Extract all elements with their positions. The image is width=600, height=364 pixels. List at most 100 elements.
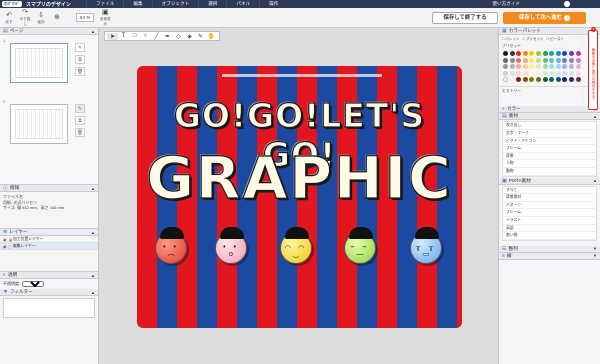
color-swatch[interactable] xyxy=(529,51,535,56)
pixta-item[interactable]: パターン xyxy=(503,202,596,210)
color-swatch[interactable] xyxy=(516,70,522,76)
smiling-face-icon[interactable]: ◠ ◠ ‿ xyxy=(280,227,312,264)
color-swatch[interactable] xyxy=(503,64,508,70)
line-header[interactable]: ≡ 線 ▼ xyxy=(499,252,600,260)
align-header[interactable]: ☰ 整列 ▼ xyxy=(499,245,600,253)
pen-tool-icon[interactable]: ✒ xyxy=(162,33,173,40)
color-swatch[interactable] xyxy=(535,57,541,63)
color-swatch[interactable] xyxy=(575,77,581,83)
color-swatch[interactable] xyxy=(549,57,555,63)
color-swatch[interactable] xyxy=(562,77,568,83)
zoom-button[interactable]: ⊕ xyxy=(50,13,64,22)
color-swatch[interactable] xyxy=(516,64,522,70)
menu-edit[interactable]: 編集 xyxy=(123,0,151,8)
color-swatch[interactable] xyxy=(542,77,548,83)
color-swatch[interactable] xyxy=(549,64,555,70)
opacity-select[interactable]: 100 % xyxy=(22,281,44,287)
side-notice-tab[interactable]: × 編集の全体と表示の検出をする xyxy=(588,27,598,110)
material-item[interactable]: ピクト・アイコン xyxy=(503,138,596,146)
color-swatch[interactable] xyxy=(555,70,561,76)
color-swatch[interactable] xyxy=(516,77,522,83)
shape-tool-icon[interactable]: ◇ xyxy=(173,33,184,40)
save-next-button[interactable]: 保存して次へ進む! xyxy=(503,12,586,24)
color-swatch[interactable] xyxy=(522,51,528,56)
color-swatch[interactable] xyxy=(535,64,541,70)
layers-header[interactable]: ≣ レイヤー ▲ xyxy=(0,229,98,236)
color-swatch[interactable] xyxy=(529,77,535,83)
color-swatch[interactable] xyxy=(568,70,574,76)
page-copy-button[interactable]: ⧉ xyxy=(75,55,85,64)
color-swatch[interactable] xyxy=(555,51,561,56)
color-swatch[interactable] xyxy=(562,57,568,63)
eyedropper-icon[interactable]: ✎ xyxy=(195,33,206,40)
color-swatch[interactable] xyxy=(555,64,561,70)
color-swatch[interactable] xyxy=(568,57,574,63)
color-swatch[interactable] xyxy=(529,70,535,76)
redo-button[interactable]: ↷ やり直し xyxy=(18,8,32,27)
pixta-item[interactable]: イラスト xyxy=(503,217,596,225)
layer-row[interactable]: ◉ ◻ 編集レイヤー xyxy=(0,243,98,250)
page-delete-button[interactable]: 🗑 xyxy=(75,128,85,137)
color-swatch[interactable] xyxy=(509,77,515,83)
info-header[interactable]: ⓘ 情報 ▲ xyxy=(0,185,98,192)
color-swatch[interactable] xyxy=(516,51,522,56)
user-icon[interactable] xyxy=(564,1,570,7)
color-swatch[interactable] xyxy=(509,70,515,76)
filter-list[interactable] xyxy=(3,298,95,318)
color-swatch[interactable] xyxy=(575,51,581,56)
color-swatch[interactable] xyxy=(568,77,574,83)
page-edit-button[interactable]: ✎ xyxy=(75,43,85,52)
hand-tool-icon[interactable]: ✋ xyxy=(206,33,217,40)
rect-tool-icon[interactable]: □ xyxy=(129,33,140,39)
text-tool-icon[interactable]: T xyxy=(118,33,129,39)
color-swatch[interactable] xyxy=(509,64,515,70)
select-tool-icon[interactable]: ➤ xyxy=(107,32,118,40)
color-swatch[interactable] xyxy=(549,77,555,83)
color-swatch[interactable] xyxy=(535,70,541,76)
color-swatch[interactable] xyxy=(529,64,535,70)
material-item[interactable]: 動物 xyxy=(503,168,596,176)
pixta-item[interactable]: すべて xyxy=(503,187,596,195)
color-swatch[interactable] xyxy=(562,51,568,56)
pages-header[interactable]: ▤ ページ ▲ xyxy=(0,28,98,35)
color-swatch[interactable] xyxy=(542,70,548,76)
neutral-face-icon[interactable]: – – — xyxy=(344,227,376,264)
palette-option[interactable]: パレット xyxy=(502,37,519,42)
palette-header[interactable]: ▦カラーパレット▲ xyxy=(499,28,600,35)
color-swatch[interactable] xyxy=(542,57,548,63)
color-swatch[interactable] xyxy=(509,57,515,63)
page-delete-button[interactable]: 🗑 xyxy=(75,67,85,76)
save-toolbar-button[interactable]: ⇩ 保存 xyxy=(34,11,48,25)
ellipse-tool-icon[interactable]: ○ xyxy=(140,33,151,39)
palette-option[interactable]: プリセット xyxy=(523,37,544,42)
color-swatch[interactable] xyxy=(503,51,508,56)
opacity-header[interactable]: ◐ 透明 ▲ xyxy=(0,272,98,279)
menu-panel[interactable]: パネル xyxy=(226,0,259,8)
materials-header[interactable]: ▤ 素材 ▲ xyxy=(499,113,600,121)
material-item[interactable]: 人物 xyxy=(503,160,596,168)
close-icon[interactable]: × xyxy=(591,27,596,32)
page-thumbnail-1[interactable] xyxy=(10,43,68,83)
menu-object[interactable]: オブジェクト xyxy=(151,0,199,8)
color-swatch[interactable] xyxy=(516,57,522,63)
color-swatch[interactable] xyxy=(503,57,508,63)
pixta-item[interactable]: フレーム xyxy=(503,209,596,217)
palette-option[interactable]: ピースト xyxy=(547,37,564,42)
page-thumbnail-2[interactable] xyxy=(10,104,68,144)
undo-button[interactable]: ↶ 戻す xyxy=(2,11,16,25)
color-swatch[interactable] xyxy=(509,51,515,56)
pixta-item[interactable]: 英語 xyxy=(503,225,596,233)
color-swatch[interactable] xyxy=(529,57,535,63)
layer-row[interactable]: ◉ 🔒 加工位置レイヤー xyxy=(0,236,98,243)
material-item[interactable]: 吹き出し xyxy=(503,122,596,130)
color-swatch[interactable] xyxy=(535,51,541,56)
color-swatch[interactable] xyxy=(562,64,568,70)
color-swatch[interactable] xyxy=(542,64,548,70)
material-item[interactable]: 背景 xyxy=(503,153,596,161)
color-swatch[interactable] xyxy=(542,51,548,56)
color-swatch[interactable] xyxy=(503,77,508,83)
color-swatch[interactable] xyxy=(522,64,528,70)
menu-select[interactable]: 選択 xyxy=(198,0,226,8)
page-copy-button[interactable]: ⧉ xyxy=(75,116,85,125)
color-swatch[interactable] xyxy=(575,57,581,63)
